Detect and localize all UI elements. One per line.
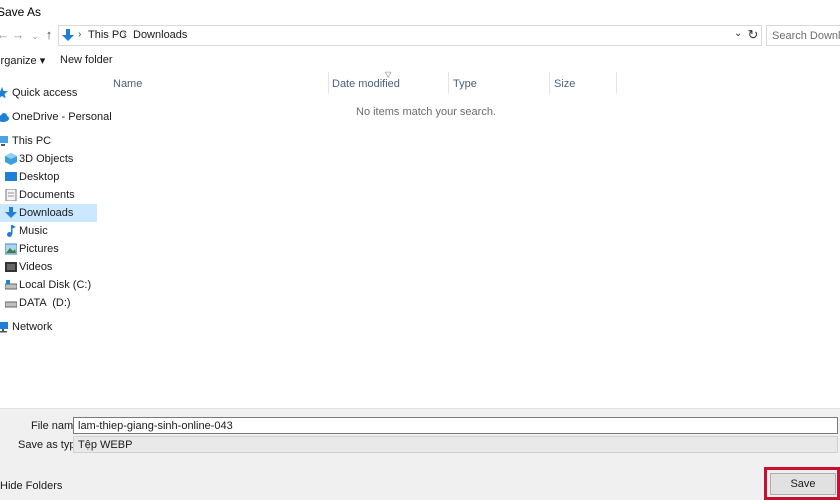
title-bar: Save As: [0, 0, 840, 22]
sidebar-item-3d-objects[interactable]: 3D Objects: [0, 150, 97, 168]
column-divider[interactable]: [616, 72, 617, 94]
breadcrumb-downloads[interactable]: Downloads: [133, 29, 187, 41]
breadcrumb-this-pc[interactable]: This PC: [88, 29, 127, 41]
videos-icon: [5, 262, 17, 272]
column-header-name[interactable]: Name: [113, 78, 142, 90]
new-folder-button[interactable]: New folder: [60, 54, 113, 66]
command-toolbar: Organize ▾ New folder: [0, 50, 840, 70]
sidebar-item-label: Network: [12, 321, 53, 333]
address-bar[interactable]: › This PC › Downloads ⌄: [58, 25, 762, 46]
file-list-header: Name ▽ Date modified Type Size: [100, 70, 840, 94]
drive-icon: [5, 301, 17, 308]
sidebar-item-desktop[interactable]: Desktop: [0, 168, 97, 186]
column-divider[interactable]: [328, 72, 329, 94]
sidebar-item-label: OneDrive - Personal: [12, 111, 112, 123]
downloads-folder-icon: [62, 29, 74, 41]
sidebar-item-label: Pictures: [19, 243, 59, 255]
desktop-icon: [5, 172, 17, 181]
file-name-input[interactable]: [74, 418, 837, 434]
sidebar-item-label: Videos: [19, 261, 53, 273]
document-icon: [5, 189, 17, 201]
sidebar-item-label: Documents: [19, 189, 75, 201]
music-icon: [7, 225, 16, 237]
navigation-pane: Quick access OneDrive - Personal This PC…: [0, 72, 112, 408]
sidebar-item-data-d[interactable]: DATA (D:): [0, 294, 97, 312]
network-icon: [0, 322, 8, 333]
sidebar-item-label: Desktop: [19, 171, 60, 183]
sidebar-item-network[interactable]: Network: [0, 318, 97, 336]
recent-locations-chevron-icon[interactable]: ⌄: [28, 28, 42, 44]
column-divider[interactable]: [549, 72, 550, 94]
sidebar-item-this-pc[interactable]: This PC: [0, 132, 97, 150]
navigation-bar: ← → ⌄ ↑ › This PC › Downloads ⌄: [0, 22, 840, 48]
up-arrow-icon[interactable]: ↑: [42, 27, 56, 43]
sidebar-item-label: Music: [19, 225, 48, 237]
sidebar-item-label: Quick access: [12, 87, 78, 99]
sidebar-item-onedrive[interactable]: OneDrive - Personal: [0, 108, 112, 126]
star-icon: [0, 87, 8, 99]
download-icon: [5, 207, 17, 218]
forward-arrow-icon[interactable]: →: [11, 27, 25, 43]
sidebar-item-label: DATA (D:): [19, 297, 71, 309]
save-button[interactable]: Save: [770, 473, 836, 495]
sidebar-item-label: Downloads: [19, 207, 74, 219]
breadcrumb-separator: ›: [123, 29, 127, 40]
computer-icon: [0, 136, 8, 146]
sidebar-item-local-disk-c[interactable]: Local Disk (C:): [0, 276, 97, 294]
sidebar-item-documents[interactable]: Documents: [0, 186, 97, 204]
cube-icon: [5, 153, 17, 165]
organize-menu-button[interactable]: Organize ▾: [0, 54, 45, 67]
cloud-icon: [0, 113, 9, 122]
column-header-size[interactable]: Size: [554, 78, 575, 90]
breadcrumb-separator: ›: [78, 29, 82, 40]
search-box[interactable]: [766, 25, 840, 46]
save-as-type-select[interactable]: Tệp WEBP: [73, 436, 838, 453]
save-as-type-value: Tệp WEBP: [78, 439, 133, 451]
back-arrow-icon[interactable]: ←: [0, 27, 10, 43]
sidebar-item-downloads[interactable]: Downloads: [0, 204, 97, 222]
address-dropdown-chevron-icon[interactable]: ⌄: [734, 28, 744, 39]
hide-folders-button[interactable]: Hide Folders: [0, 480, 62, 492]
empty-folder-message: No items match your search.: [356, 106, 496, 118]
sidebar-item-videos[interactable]: Videos: [0, 258, 97, 276]
file-name-field[interactable]: [73, 417, 838, 434]
sidebar-item-quick-access[interactable]: Quick access: [0, 84, 97, 102]
sidebar-item-music[interactable]: Music: [0, 222, 97, 240]
sidebar-item-label: Local Disk (C:): [19, 279, 92, 291]
save-form-panel: File name: Save as type: Tệp WEBP Hide F…: [0, 408, 840, 500]
search-input[interactable]: [767, 26, 840, 45]
refresh-icon[interactable]: ↻: [745, 27, 761, 43]
sidebar-item-label: This PC: [12, 135, 52, 147]
sidebar-item-label: 3D Objects: [19, 153, 74, 165]
window-title: Save As: [0, 5, 42, 19]
column-divider[interactable]: [448, 72, 449, 94]
column-header-type[interactable]: Type: [453, 78, 477, 90]
column-header-date-modified[interactable]: Date modified: [332, 78, 400, 90]
pictures-icon: [5, 243, 17, 255]
drive-icon: [5, 280, 17, 290]
sidebar-item-pictures[interactable]: Pictures: [0, 240, 97, 258]
